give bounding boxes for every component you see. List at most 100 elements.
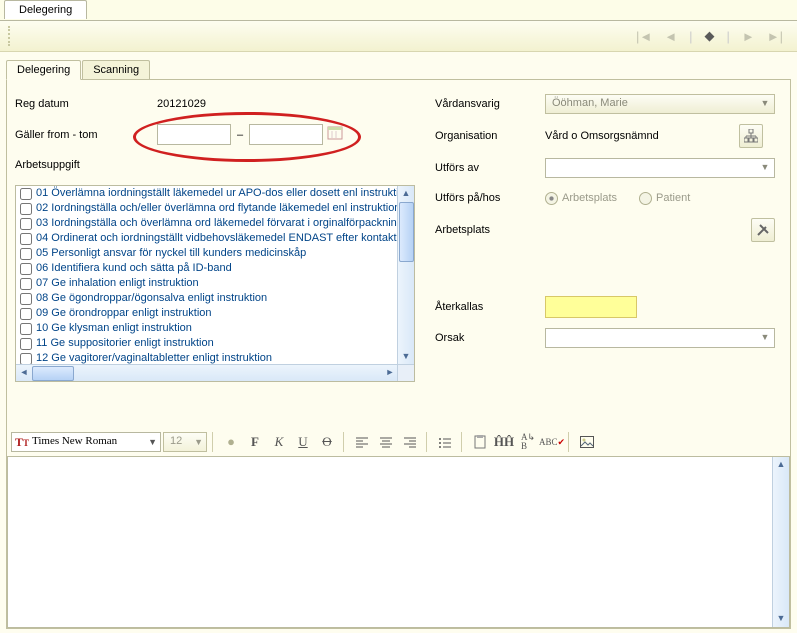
right-column: Vårdansvarig Ööhman, Marie▼ Organisation… xyxy=(435,94,775,358)
list-item-checkbox[interactable] xyxy=(20,203,32,215)
strike-button[interactable]: Ɵ xyxy=(316,432,338,452)
scroll-down-icon[interactable]: ▼ xyxy=(398,349,414,365)
date-picker-icon[interactable] xyxy=(327,125,347,145)
inner-tabstrip: DelegeringScanning xyxy=(6,60,791,80)
list-item-checkbox[interactable] xyxy=(20,263,32,275)
chevron-down-icon: ▼ xyxy=(148,437,157,447)
record-navigator: |◄ ◄ | ◆ | ► ►| xyxy=(636,28,783,44)
list-item[interactable]: 09 Ge örondroppar enligt instruktion xyxy=(16,306,398,321)
editor-vscrollbar[interactable]: ▲ ▼ xyxy=(772,457,789,627)
vardansvarig-select[interactable]: Ööhman, Marie▼ xyxy=(545,94,775,114)
scroll-left-icon[interactable]: ◄ xyxy=(16,365,32,381)
list-hscrollbar[interactable]: ◄ ► xyxy=(16,364,398,381)
radio-patient-label: Patient xyxy=(656,192,690,204)
orsak-select[interactable]: ▼ xyxy=(545,328,775,348)
nav-last-icon[interactable]: ►| xyxy=(767,29,783,44)
tab-scanning[interactable]: Scanning xyxy=(82,60,150,79)
chevron-down-icon: ▼ xyxy=(194,437,203,447)
list-item-label: 02 Iordningställa och/eller överlämna or… xyxy=(36,202,398,214)
toolbar-separator xyxy=(426,432,429,452)
list-item[interactable]: 11 Ge suppositorier enligt instruktion xyxy=(16,336,398,351)
scroll-up-icon[interactable]: ▲ xyxy=(773,457,789,473)
list-item-checkbox[interactable] xyxy=(20,233,32,245)
list-item[interactable]: 01 Överlämna iordningställt läkemedel ur… xyxy=(16,186,398,201)
list-item-checkbox[interactable] xyxy=(20,338,32,350)
scroll-right-icon[interactable]: ► xyxy=(382,365,398,381)
list-item[interactable]: 03 Iordningställa och överlämna ord läke… xyxy=(16,216,398,231)
align-center-button[interactable] xyxy=(375,432,397,452)
list-item[interactable]: 07 Ge inhalation enligt instruktion xyxy=(16,276,398,291)
nav-prev-icon[interactable]: ◄ xyxy=(664,29,677,44)
arbetsuppgift-list-inner[interactable]: 01 Överlämna iordningställt läkemedel ur… xyxy=(16,186,398,365)
galler-label: Gäller from - tom xyxy=(15,129,125,141)
radio-arbetsplats[interactable]: Arbetsplats xyxy=(545,192,617,205)
list-item-checkbox[interactable] xyxy=(20,308,32,320)
list-item[interactable]: 10 Ge klysman enligt instruktion xyxy=(16,321,398,336)
italic-button[interactable]: K xyxy=(268,432,290,452)
list-item-checkbox[interactable] xyxy=(20,248,32,260)
list-item-checkbox[interactable] xyxy=(20,293,32,305)
list-item[interactable]: 08 Ge ögondroppar/ögonsalva enligt instr… xyxy=(16,291,398,306)
list-item[interactable]: 04 Ordinerat och iordningställt vidbehov… xyxy=(16,231,398,246)
arbetsplats-tools-button[interactable] xyxy=(751,218,775,242)
insert-image-button[interactable] xyxy=(576,432,598,452)
font-size-select[interactable]: 12 ▼ xyxy=(163,432,207,452)
list-vscrollbar[interactable]: ▲ ▼ xyxy=(397,186,414,365)
utforsav-select[interactable]: ▼ xyxy=(545,158,775,178)
outer-tabstrip: Delegering xyxy=(0,0,797,21)
nav-current-icon[interactable]: ◆ xyxy=(704,28,714,44)
nav-next-icon[interactable]: ► xyxy=(742,29,755,44)
chevron-down-icon: ▼ xyxy=(759,162,771,174)
list-item-checkbox[interactable] xyxy=(20,188,32,200)
font-family-value: Times New Roman xyxy=(32,435,117,447)
list-item-label: 03 Iordningställa och överlämna ord läke… xyxy=(36,217,398,229)
nav-first-icon[interactable]: |◄ xyxy=(636,29,652,44)
org-tree-icon xyxy=(744,129,758,143)
align-left-button[interactable] xyxy=(351,432,373,452)
outer-tab-delegering[interactable]: Delegering xyxy=(4,0,87,19)
organisation-tree-button[interactable] xyxy=(739,124,763,148)
rich-text-editor: TT Times New Roman ▼ 12 ▼ ● F K U Ɵ xyxy=(7,430,790,628)
list-item-checkbox[interactable] xyxy=(20,278,32,290)
bold-button[interactable]: F xyxy=(244,432,266,452)
spellcheck-button[interactable]: ABC✔ xyxy=(541,432,563,452)
editor-body[interactable]: ▲ ▼ xyxy=(7,456,790,628)
bullet-list-button[interactable] xyxy=(434,432,456,452)
list-item-checkbox[interactable] xyxy=(20,323,32,335)
font-color-button[interactable]: ● xyxy=(220,432,242,452)
list-item-label: 08 Ge ögondroppar/ögonsalva enligt instr… xyxy=(36,292,267,304)
list-item-checkbox[interactable] xyxy=(20,218,32,230)
underline-button[interactable]: U xyxy=(292,432,314,452)
list-item[interactable]: 12 Ge vagitorer/vaginaltabletter enligt … xyxy=(16,351,398,365)
align-right-button[interactable] xyxy=(399,432,421,452)
paste-button[interactable] xyxy=(469,432,491,452)
radio-patient[interactable]: Patient xyxy=(639,192,690,205)
scroll-thumb[interactable] xyxy=(32,366,74,381)
font-family-select[interactable]: TT Times New Roman ▼ xyxy=(11,432,161,452)
list-item-label: 10 Ge klysman enligt instruktion xyxy=(36,322,192,334)
scroll-down-icon[interactable]: ▼ xyxy=(773,611,789,627)
galler-from-input[interactable] xyxy=(157,124,231,145)
reg-datum-label: Reg datum xyxy=(15,98,125,110)
organisation-value: Vård o Omsorgsnämnd xyxy=(545,130,735,142)
aterkallas-input[interactable] xyxy=(545,296,637,318)
radio-icon xyxy=(639,192,652,205)
galler-tom-input[interactable] xyxy=(249,124,323,145)
list-item-label: 04 Ordinerat och iordningställt vidbehov… xyxy=(36,232,397,244)
find-button[interactable]: ĤĤ xyxy=(493,432,515,452)
organisation-label: Organisation xyxy=(435,130,545,142)
galler-dash: – xyxy=(237,129,243,141)
scroll-up-icon[interactable]: ▲ xyxy=(398,186,414,202)
tab-delegering[interactable]: Delegering xyxy=(6,60,81,80)
arbetsuppgift-label: Arbetsuppgift xyxy=(15,159,125,171)
scroll-thumb[interactable] xyxy=(399,202,414,262)
list-item-label: 12 Ge vagitorer/vaginaltabletter enligt … xyxy=(36,352,272,364)
list-item[interactable]: 05 Personligt ansvar för nyckel till kun… xyxy=(16,246,398,261)
chevron-down-icon: ▼ xyxy=(759,332,771,344)
replace-button[interactable]: A↳B xyxy=(517,432,539,452)
list-item[interactable]: 02 Iordningställa och/eller överlämna or… xyxy=(16,201,398,216)
list-item[interactable]: 06 Identifiera kund och sätta på ID-band xyxy=(16,261,398,276)
list-item-label: 07 Ge inhalation enligt instruktion xyxy=(36,277,199,289)
utforspahos-label: Utförs på/hos xyxy=(435,192,545,204)
left-column: Reg datum 20121029 Gäller from - tom – A… xyxy=(15,94,425,382)
